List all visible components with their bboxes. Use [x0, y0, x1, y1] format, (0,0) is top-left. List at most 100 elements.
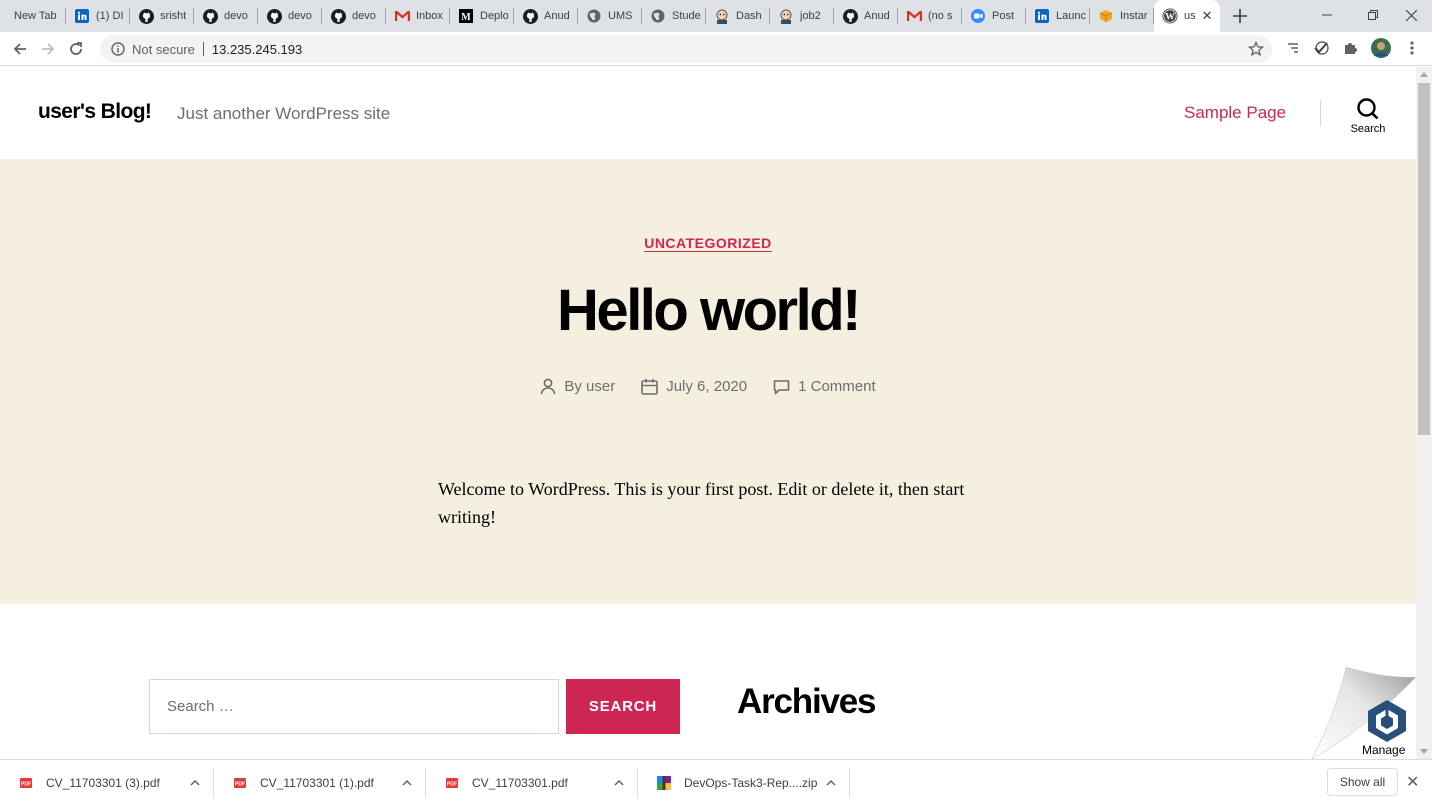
scroll-up-arrow-icon[interactable] [1420, 72, 1428, 77]
browser-tab[interactable]: devo [194, 0, 258, 32]
back-button[interactable] [6, 35, 34, 63]
user-icon [541, 378, 556, 395]
active-tab[interactable]: Wus ✕ [1154, 0, 1220, 32]
search-icon [1357, 98, 1379, 120]
gmail-icon [906, 8, 922, 24]
extension-icon[interactable] [1311, 38, 1331, 58]
browser-tab[interactable]: Dash [706, 0, 770, 32]
browser-tab[interactable]: (no s [898, 0, 962, 32]
browser-tab[interactable]: (1) DI [66, 0, 130, 32]
github-icon [202, 8, 218, 24]
browser-tab[interactable]: Anud [834, 0, 898, 32]
info-icon[interactable] [110, 41, 126, 57]
menu-kebab-icon[interactable] [1402, 38, 1422, 58]
download-item[interactable]: PDF CV_11703301.pdf [426, 760, 638, 805]
browser-toolbar: Not secure 13.235.245.193 [0, 32, 1432, 66]
profile-avatar[interactable] [1371, 38, 1391, 58]
browser-tab[interactable]: job2 [770, 0, 834, 32]
close-tab-icon[interactable]: ✕ [1202, 8, 1213, 24]
jenkins-icon [778, 8, 794, 24]
tab-label: devo [352, 10, 376, 22]
tab-label: Dash [736, 10, 762, 22]
tab-label: Post [992, 10, 1015, 22]
puzzle-icon[interactable] [1341, 38, 1361, 58]
download-filename: CV_11703301 (3).pdf [46, 775, 160, 790]
browser-tab[interactable]: Stude [642, 0, 706, 32]
comment-icon [773, 379, 790, 394]
post-author[interactable]: By user [540, 378, 615, 395]
tab-label: Anud [544, 10, 570, 22]
download-filename: CV_11703301 (1).pdf [260, 775, 374, 790]
url-text[interactable]: 13.235.245.193 [212, 42, 302, 57]
post-hero: UNCATEGORIZED Hello world! By user July … [0, 159, 1416, 604]
browser-tab[interactable]: Anud [514, 0, 578, 32]
reload-icon [70, 41, 82, 55]
reload-button[interactable] [62, 35, 90, 63]
tab-label: (1) DI [96, 10, 124, 22]
page-viewport: user's Blog! Just another WordPress site… [0, 67, 1416, 759]
minimize-icon [1322, 14, 1332, 16]
site-header: user's Blog! Just another WordPress site… [0, 67, 1416, 159]
post-category: UNCATEGORIZED [0, 235, 1416, 253]
browser-tab[interactable]: UMS [578, 0, 642, 32]
browser-tab[interactable]: Inbox [386, 0, 450, 32]
browser-tab[interactable]: devo [258, 0, 322, 32]
search-toggle[interactable]: Search [1346, 97, 1390, 135]
zip-file-icon [656, 775, 672, 791]
menu-item-sample-page[interactable]: Sample Page [1184, 103, 1286, 123]
category-link[interactable]: UNCATEGORIZED [644, 235, 772, 251]
bookmark-star-icon[interactable] [1247, 40, 1265, 62]
minimize-button[interactable] [1304, 0, 1350, 30]
arrow-left-icon [13, 42, 26, 55]
tab-label: us [1184, 10, 1196, 22]
vertical-scrollbar[interactable] [1416, 67, 1432, 759]
address-bar[interactable]: Not secure 13.235.245.193 [100, 35, 1272, 63]
github-icon [266, 8, 282, 24]
site-title[interactable]: user's Blog! [38, 100, 152, 124]
jenkins-icon [714, 8, 730, 24]
downloads-shelf: Show all ✕ PDF CV_11703301 (3).pdf PDF CV_1… [0, 759, 1432, 805]
calendar-icon [641, 379, 659, 395]
scroll-down-arrow-icon[interactable] [1420, 749, 1428, 754]
browser-tab[interactable]: Instar [1090, 0, 1154, 32]
arrow-right-icon [42, 42, 55, 55]
chevron-up-icon[interactable] [826, 775, 836, 789]
browser-tab[interactable]: devo [322, 0, 386, 32]
scrollbar-thumb[interactable] [1418, 83, 1430, 435]
post-title[interactable]: Hello world! [0, 277, 1416, 344]
browser-tab[interactable]: Launc [1026, 0, 1090, 32]
close-window-button[interactable] [1388, 0, 1432, 30]
manage-hexagon-icon [1368, 700, 1406, 742]
chevron-up-icon[interactable] [190, 775, 200, 789]
browser-tab[interactable]: New Tab [0, 0, 66, 32]
reading-list-icon[interactable] [1282, 38, 1302, 58]
svg-text:PDF: PDF [21, 781, 31, 787]
browser-tab[interactable]: Post [962, 0, 1026, 32]
plus-icon [1233, 9, 1247, 23]
tab-label: Instar [1120, 10, 1148, 22]
browser-tab[interactable]: srisht [130, 0, 194, 32]
search-input[interactable]: Search … [149, 679, 559, 734]
show-all-button[interactable]: Show all [1327, 768, 1398, 796]
forward-button[interactable] [34, 35, 62, 63]
close-downloads-icon[interactable]: ✕ [1406, 772, 1419, 792]
chevron-up-icon[interactable] [402, 775, 412, 789]
post-date[interactable]: July 6, 2020 [641, 378, 747, 395]
new-tab-button[interactable] [1226, 2, 1254, 30]
date-text: July 6, 2020 [666, 378, 748, 395]
chevron-up-icon[interactable] [614, 775, 624, 789]
download-item[interactable]: PDF CV_11703301 (1).pdf [214, 760, 426, 805]
download-item[interactable]: DevOps-Task3-Rep....zip [638, 760, 850, 805]
svg-text:PDF: PDF [447, 781, 457, 787]
tab-label: Stude [672, 10, 701, 22]
wordpress-icon: W [1162, 8, 1178, 24]
manage-label: Manage [1362, 743, 1406, 757]
search-submit-button[interactable]: SEARCH [566, 679, 680, 734]
download-item[interactable]: PDF CV_11703301 (3).pdf [0, 760, 214, 805]
browser-tab[interactable]: M Deplo [450, 0, 514, 32]
tab-label: Deplo [480, 10, 509, 22]
post-comments[interactable]: 1 Comment [773, 378, 876, 395]
manage-widget[interactable]: Manage [1310, 664, 1416, 759]
tab-label: devo [224, 10, 248, 22]
medium-icon: M [458, 8, 474, 24]
